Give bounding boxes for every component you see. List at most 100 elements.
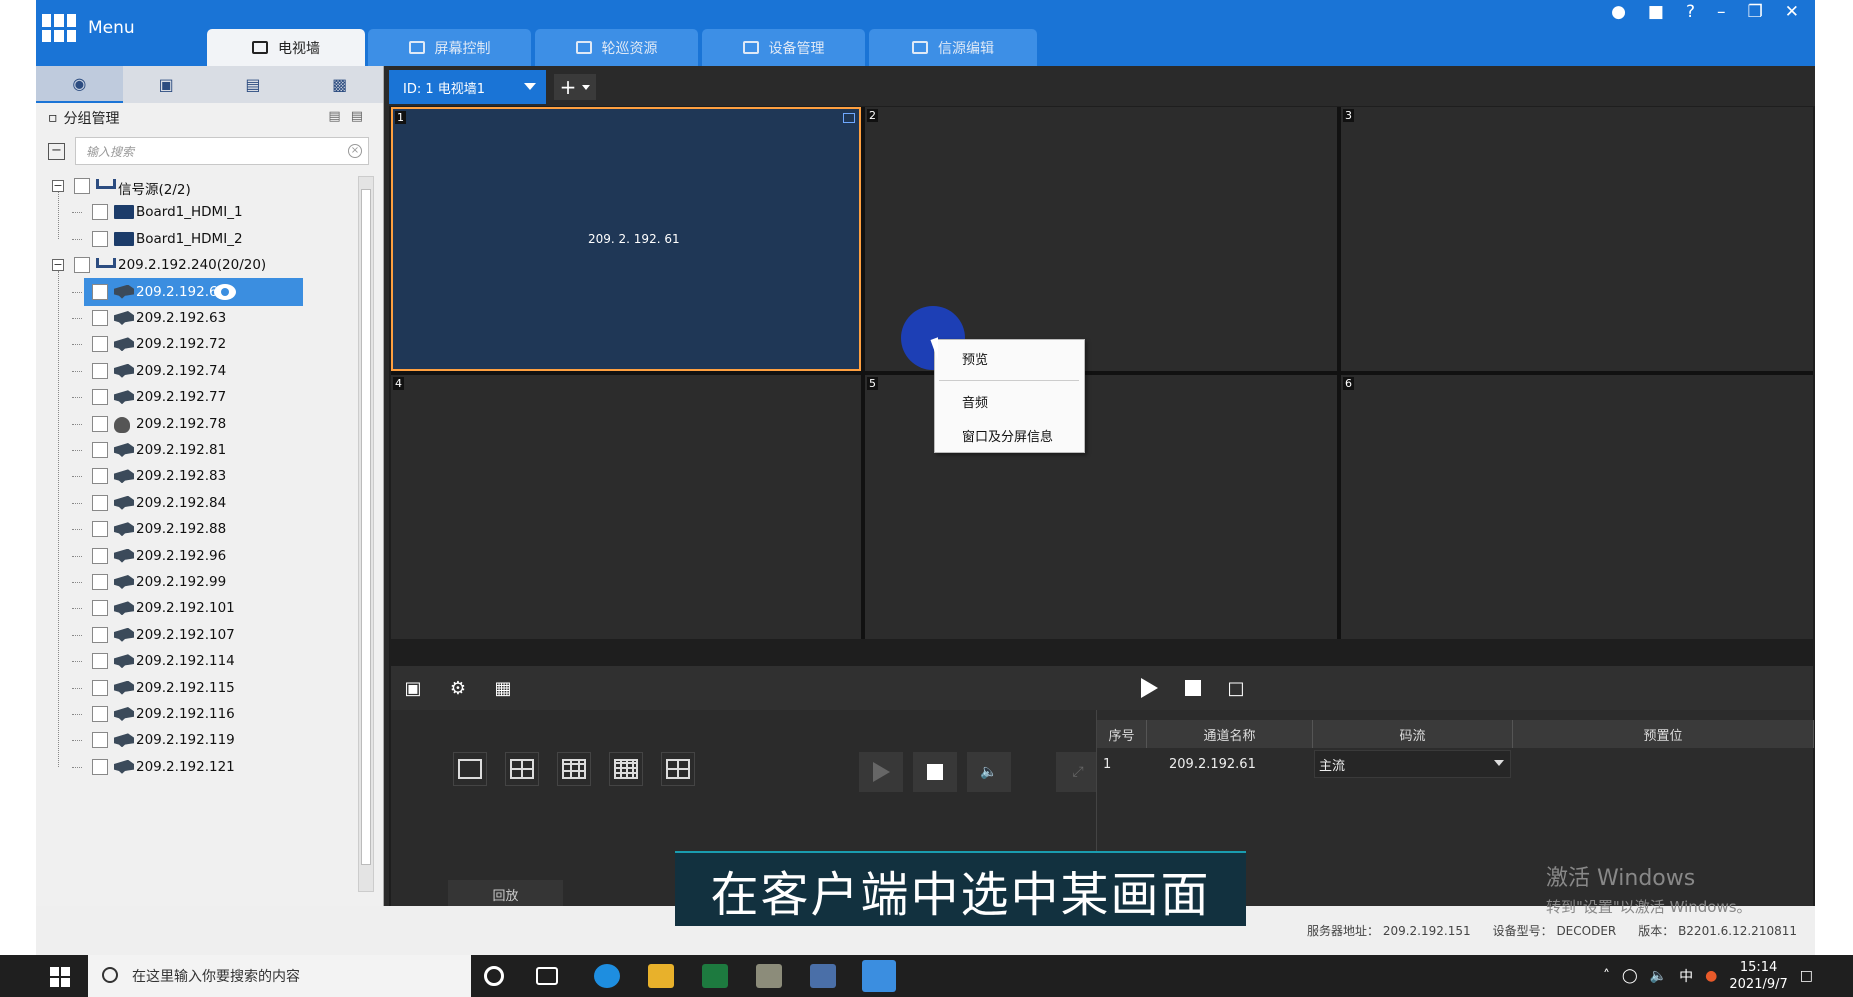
search-input[interactable]: 输入搜索 × <box>75 137 369 165</box>
tree-checkbox[interactable] <box>92 283 108 300</box>
tree-checkbox[interactable] <box>92 336 108 353</box>
wall-cell-6[interactable]: 6 <box>1341 375 1813 639</box>
tree-checkbox[interactable] <box>92 679 108 696</box>
tree-device-node[interactable]: 209.2.192.88 <box>36 515 356 543</box>
tree-group-node[interactable]: − 209.2.192.240(20/20) <box>36 251 356 279</box>
edge-browser-icon[interactable] <box>594 964 620 988</box>
tree-device-node[interactable]: 209.2.192.114 <box>36 647 356 675</box>
stream-select[interactable]: 主流 <box>1314 750 1511 778</box>
tree-checkbox[interactable] <box>92 653 108 670</box>
stop-button[interactable] <box>913 752 957 792</box>
screen-id-icon[interactable]: □ <box>1224 677 1248 699</box>
expand-toggle-icon[interactable]: − <box>52 259 64 272</box>
tab-tour-resource[interactable]: 轮巡资源 <box>535 29 698 66</box>
tree-device-node[interactable]: 209.2.192.77 <box>36 383 356 411</box>
tree-device-node[interactable]: 209.2.192.61 <box>72 277 303 306</box>
tree-checkbox[interactable] <box>92 442 108 458</box>
tree-checkbox[interactable] <box>92 494 108 511</box>
menu-item-audio[interactable]: 音频 <box>962 392 988 411</box>
wall-cell-4[interactable]: 4 <box>391 375 861 639</box>
table-row[interactable]: 1 209.2.192.61 主流 <box>1097 750 1814 778</box>
tree-device-node[interactable]: 209.2.192.116 <box>36 700 356 728</box>
layout-9-button[interactable] <box>557 752 591 786</box>
tree-checkbox[interactable] <box>92 230 108 247</box>
tree-device-node[interactable]: 209.2.192.78 <box>36 410 356 438</box>
save-icon[interactable]: ▣ <box>401 677 425 699</box>
excel-icon[interactable] <box>702 964 728 988</box>
tree-device-node[interactable]: 209.2.192.72 <box>36 330 356 358</box>
stop-all-button[interactable] <box>1181 677 1205 699</box>
tree-checkbox[interactable] <box>92 204 108 221</box>
wall-select-dropdown[interactable]: ID: 1 电视墙1 <box>389 70 546 104</box>
help-icon[interactable]: ? <box>1686 2 1695 22</box>
tab-tv-wall[interactable]: 电视墙 <box>207 29 365 66</box>
fullscreen-icon[interactable]: ⤢ <box>1056 752 1100 792</box>
playback-button[interactable]: 回放 <box>448 880 563 908</box>
tree-device-node[interactable]: 209.2.192.115 <box>36 674 356 702</box>
tree-device-node[interactable]: 209.2.192.83 <box>36 462 356 490</box>
taskbar-search[interactable]: 在这里输入你要搜索的内容 <box>88 955 471 997</box>
windows-start-icon[interactable] <box>50 967 70 987</box>
video-tab-icon[interactable]: ▤ <box>210 66 297 103</box>
volume-icon[interactable]: 🔈 <box>967 752 1011 792</box>
tree-checkbox[interactable] <box>92 574 108 590</box>
clock[interactable]: 15:14 2021/9/7 <box>1729 959 1787 993</box>
display-tab-icon[interactable]: ▩ <box>296 66 383 103</box>
tree-device-node[interactable]: 209.2.192.63 <box>36 304 356 332</box>
client-app-icon[interactable] <box>862 960 896 992</box>
wall-cell-3[interactable]: 3 <box>1341 107 1813 371</box>
tree-checkbox[interactable] <box>92 706 108 722</box>
tree-device-node[interactable]: 209.2.192.74 <box>36 357 356 385</box>
globe-icon[interactable]: ◯ <box>1622 968 1638 984</box>
layout-4-button[interactable] <box>505 752 539 786</box>
split-screen-icon[interactable]: ▦ <box>491 677 515 699</box>
menu-item-preview[interactable]: 预览 <box>962 349 988 368</box>
tree-checkbox[interactable] <box>92 362 108 379</box>
play-all-button[interactable] <box>1137 677 1161 699</box>
tree-checkbox[interactable] <box>92 468 108 485</box>
tree-checkbox[interactable] <box>74 178 90 194</box>
ime-indicator[interactable]: 中 <box>1679 966 1693 986</box>
collapse-all-button[interactable]: − <box>48 142 65 160</box>
menu-button[interactable]: Menu <box>42 14 135 42</box>
tree-checkbox[interactable] <box>92 626 108 643</box>
task-view-icon[interactable] <box>536 967 558 985</box>
search-device-tab-icon[interactable]: ▣ <box>123 66 210 103</box>
eye-icon[interactable] <box>214 283 236 300</box>
scrollbar-thumb[interactable] <box>361 189 371 865</box>
tree-group-node[interactable]: − 信号源(2/2) <box>36 172 356 200</box>
play-button[interactable] <box>859 752 903 792</box>
tree-checkbox[interactable] <box>74 257 90 274</box>
network-app-icon[interactable] <box>810 964 836 988</box>
tree-checkbox[interactable] <box>92 600 108 617</box>
layout-1-button[interactable] <box>453 752 487 786</box>
tree-device-node[interactable]: 209.2.192.101 <box>36 594 356 622</box>
restore-icon[interactable]: ❐ <box>1748 2 1763 22</box>
tree-checkbox[interactable] <box>92 389 108 406</box>
tree-device-node[interactable]: 209.2.192.121 <box>36 753 356 781</box>
tree-device-node[interactable]: Board1_HDMI_1 <box>36 198 356 226</box>
tree-device-node[interactable]: 209.2.192.96 <box>36 542 356 570</box>
import-icon[interactable]: ▤ <box>328 109 350 124</box>
tree-checkbox[interactable] <box>92 310 108 326</box>
add-wall-button[interactable]: + <box>554 74 596 100</box>
tree-device-node[interactable]: 209.2.192.84 <box>36 489 356 517</box>
clear-search-icon[interactable]: × <box>348 144 362 158</box>
user-icon[interactable]: ● <box>1611 2 1626 22</box>
layout-custom-button[interactable] <box>661 752 695 786</box>
tab-source-edit[interactable]: 信源编辑 <box>869 29 1037 66</box>
tree-device-node[interactable]: 209.2.192.119 <box>36 726 356 754</box>
menu-item-window-info[interactable]: 窗口及分屏信息 <box>962 426 1053 445</box>
tree-checkbox[interactable] <box>92 415 108 432</box>
app-icon[interactable] <box>756 964 782 988</box>
tree-device-node[interactable]: 209.2.192.99 <box>36 568 356 596</box>
speaker-muted-icon[interactable]: 🔈 <box>1650 968 1667 984</box>
tree-checkbox[interactable] <box>92 732 108 749</box>
minimize-icon[interactable]: – <box>1717 2 1726 22</box>
cortana-icon[interactable] <box>484 966 504 986</box>
app-tray-icon[interactable]: ● <box>1705 968 1717 984</box>
wall-cell-1[interactable]: 1 209. 2. 192. 61 <box>391 107 861 371</box>
lock-icon[interactable]: ■ <box>1648 2 1664 22</box>
tab-screen-control[interactable]: 屏幕控制 <box>368 29 531 66</box>
tree-checkbox[interactable] <box>92 547 108 564</box>
